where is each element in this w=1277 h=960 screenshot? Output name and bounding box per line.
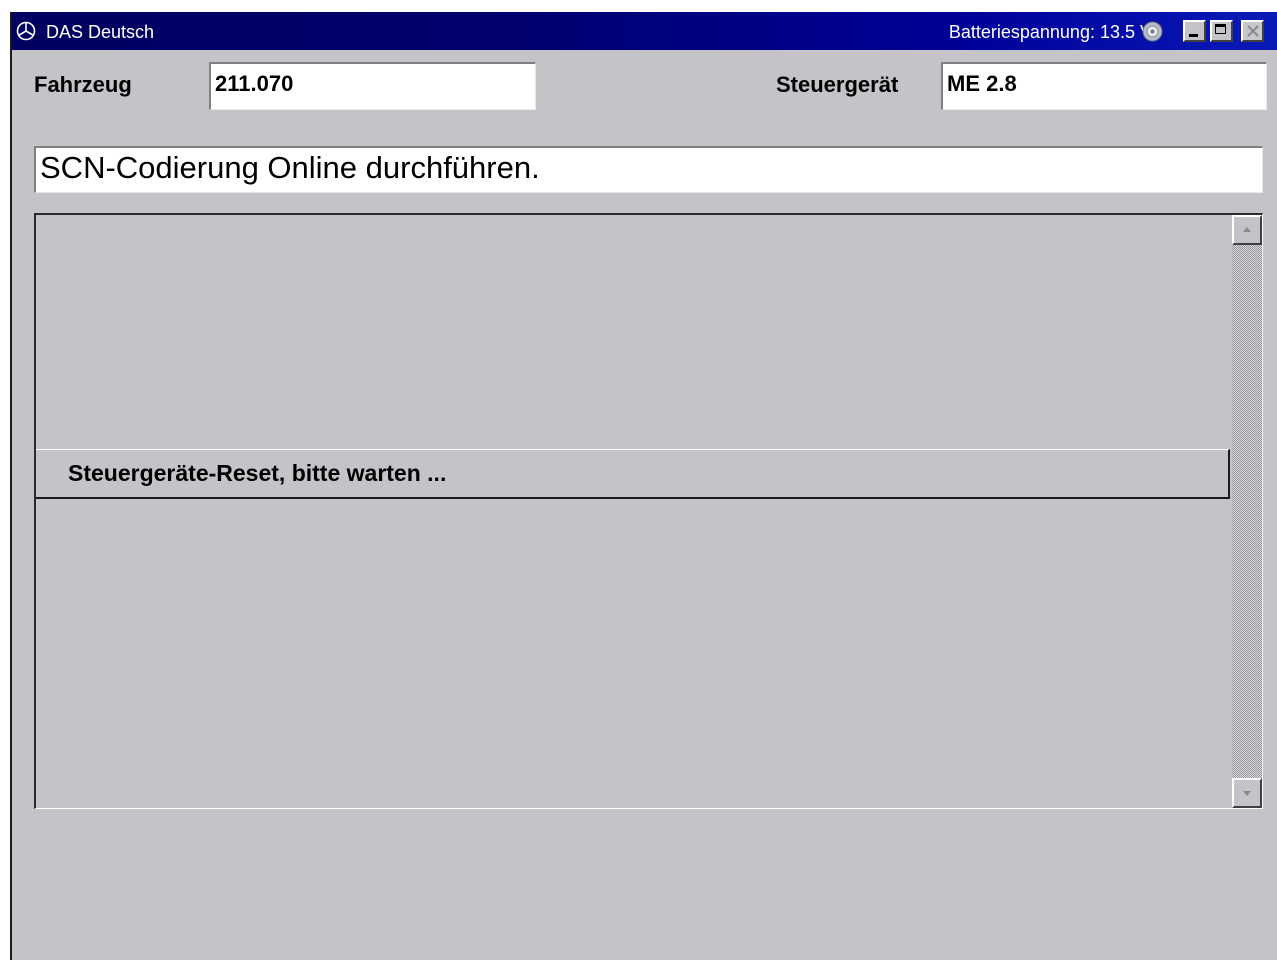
vehicle-field[interactable]: 211.070 — [209, 62, 536, 110]
instruction-field: SCN-Codierung Online durchführen. — [34, 146, 1263, 193]
ecu-field[interactable]: ME 2.8 — [941, 62, 1267, 110]
title-bar[interactable]: DAS Deutsch Batteriespannung: 13.5 V — [12, 12, 1277, 50]
scroll-down-button[interactable] — [1232, 778, 1262, 808]
mercedes-star-icon — [16, 21, 36, 41]
status-message-row: Steuergeräte-Reset, bitte warten ... — [36, 449, 1230, 499]
battery-status-icon — [1142, 21, 1163, 42]
window-title: DAS Deutsch — [46, 22, 155, 42]
das-window: DAS Deutsch Batteriespannung: 13.5 V Fah… — [10, 12, 1277, 960]
maximize-button[interactable] — [1210, 20, 1233, 42]
scroll-up-button[interactable] — [1232, 215, 1262, 245]
ecu-label: Steuergerät — [776, 72, 899, 97]
minimize-button[interactable] — [1183, 20, 1206, 42]
vehicle-label: Fahrzeug — [34, 72, 132, 97]
close-button[interactable] — [1241, 20, 1264, 42]
status-message: Steuergeräte-Reset, bitte warten ... — [68, 460, 447, 486]
vertical-scrollbar[interactable] — [1232, 215, 1262, 808]
message-panel: Steuergeräte-Reset, bitte warten ... — [34, 213, 1263, 809]
battery-voltage: Batteriespannung: 13.5 V — [948, 22, 1152, 42]
